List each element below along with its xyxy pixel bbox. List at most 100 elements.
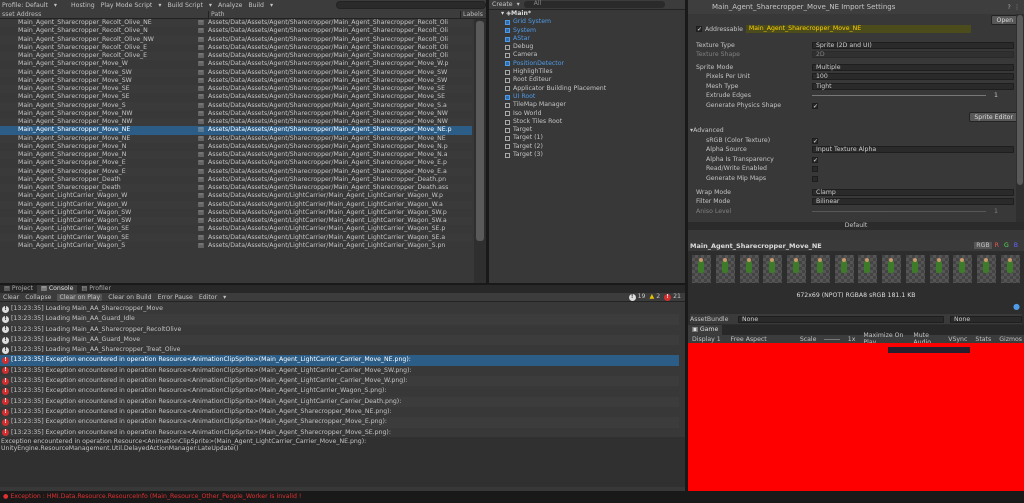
alpha-transparency-checkbox[interactable]: ✓	[812, 156, 818, 163]
channel-r[interactable]: R	[993, 242, 1001, 249]
help-icon[interactable]: ?	[1008, 4, 1011, 11]
platform-tab-default[interactable]: Default	[688, 222, 1024, 230]
hierarchy-item[interactable]: Target	[489, 126, 685, 134]
inspector-scrollbar[interactable]	[1016, 14, 1024, 222]
asset-labels[interactable]	[460, 102, 472, 110]
build-dropdown[interactable]: Build	[248, 2, 264, 9]
filter-mode-dropdown[interactable]: Bilinear	[812, 198, 1014, 206]
col-path[interactable]: Path	[208, 10, 460, 18]
table-row[interactable]: Main_Agent_Sharecropper_Move_NW ▤ Assets/D…	[0, 110, 472, 118]
stats-toggle[interactable]: Stats	[975, 336, 991, 343]
vsync-toggle[interactable]: VSync	[948, 336, 967, 343]
table-row[interactable]: Main_Agent_Sharecropper_Death ▤ Assets/Dat…	[0, 176, 472, 184]
hierarchy-item[interactable]: Root Editeur	[489, 76, 685, 84]
log-entry[interactable]: ! [13:23:35] Loading Main_AA_Sharecropper…	[0, 304, 679, 314]
hosting-button[interactable]: Hosting	[71, 2, 95, 9]
search-input[interactable]	[336, 1, 486, 9]
hierarchy-item[interactable]: Grid System	[489, 18, 685, 26]
table-row[interactable]: Main_Agent_LightCarrier_Wagon_SW ▤ Assets/…	[0, 209, 472, 217]
log-entry[interactable]: ! [13:23:35] Exception encountered in ope…	[0, 386, 679, 396]
hierarchy-item[interactable]: HighlighTiles	[489, 68, 685, 76]
log-entry[interactable]: ! [13:23:35] Exception encountered in ope…	[0, 366, 679, 376]
hierarchy-item[interactable]: Camera	[489, 51, 685, 59]
asset-labels[interactable]	[460, 159, 472, 167]
table-row[interactable]: Main_Agent_Sharecropper_Move_SE ▤ Assets/D…	[0, 93, 472, 101]
info-count-toggle[interactable]: ! 19	[628, 293, 645, 301]
hierarchy-item[interactable]: Target (3)	[489, 151, 685, 159]
asset-labels[interactable]	[460, 217, 472, 225]
table-row[interactable]: Main_Agent_Sharecropper_Move_SE ▤ Assets/D…	[0, 85, 472, 94]
read-write-checkbox[interactable]	[812, 165, 818, 172]
create-button[interactable]: Create	[492, 1, 513, 8]
table-row[interactable]: Main_Agent_LightCarrier_Wagon_SE ▤ Assets/…	[0, 233, 472, 242]
log-entry[interactable]: ! [13:23:35] Exception encountered in ope…	[0, 407, 679, 417]
tab-console[interactable]: ▤ Console	[37, 285, 78, 293]
table-row[interactable]: Main_Agent_LightCarrier_Wagon_S ▤ Assets/D…	[0, 242, 472, 250]
table-row[interactable]: Main_Agent_Sharecropper_Move_NW ▤ Assets/D…	[0, 118, 472, 127]
extrude-value[interactable]: 1	[994, 92, 1014, 99]
display-dropdown[interactable]: Display 1	[692, 336, 723, 343]
ppu-field[interactable]: 100	[812, 73, 1014, 81]
asset-labels[interactable]	[460, 143, 472, 151]
tab-game[interactable]: ▣ Game	[688, 325, 723, 335]
error-count-toggle[interactable]: ! 21	[664, 293, 681, 301]
table-row[interactable]: Main_Agent_LightCarrier_Wagon_W ▤ Assets/D…	[0, 200, 472, 209]
table-row[interactable]: Main_Agent_Sharecropper_Move_S ▤ Assets/Da…	[0, 101, 472, 110]
settings-icon[interactable]: ⋮	[1014, 4, 1020, 11]
asset-labels[interactable]	[460, 242, 472, 250]
srgb-checkbox[interactable]: ✓	[812, 137, 818, 144]
log-entry[interactable]: ! [13:23:35] Loading Main_AA_Guard_Idle	[0, 314, 679, 325]
hierarchy-search[interactable]: All	[523, 0, 665, 8]
hierarchy-item[interactable]: Target (2)	[489, 143, 685, 151]
table-row[interactable]: Main_Agent_Sharecropper_Recolt_Olive_E ▤ A…	[0, 52, 472, 61]
asset-labels[interactable]	[460, 19, 472, 27]
hierarchy-item[interactable]: PositionDetector	[489, 60, 685, 68]
table-row[interactable]: Main_Agent_Sharecropper_Recolt_Olive_NW ▤…	[0, 35, 472, 44]
asset-labels[interactable]	[460, 93, 472, 101]
asset-labels[interactable]	[460, 225, 472, 233]
log-entry[interactable]: ! [13:23:35] Exception encountered in ope…	[0, 355, 679, 366]
channel-g[interactable]: G	[1002, 242, 1011, 249]
hierarchy-item[interactable]: AStar	[489, 35, 685, 43]
variant-dropdown[interactable]: None	[950, 315, 1022, 323]
assetbundle-dropdown[interactable]: None	[738, 315, 944, 323]
col-labels[interactable]: Labels	[460, 10, 486, 18]
addressable-checkbox[interactable]: ✓	[696, 26, 702, 33]
log-entry[interactable]: ! [13:23:35] Exception encountered in ope…	[0, 376, 679, 387]
log-entry[interactable]: ! [13:23:35] Loading Main_AA_Sharecropper…	[0, 325, 679, 335]
table-row[interactable]: Main_Agent_Sharecropper_Recolt_Olive_E ▤ A…	[0, 44, 472, 52]
asset-labels[interactable]	[460, 184, 472, 192]
aspect-dropdown[interactable]: Free Aspect	[731, 336, 792, 343]
tab-project[interactable]: ▤ Project	[0, 285, 37, 293]
table-row[interactable]: Main_Agent_LightCarrier_Wagon_SW ▤ Assets/…	[0, 217, 472, 226]
clear-on-build-toggle[interactable]: Clear on Build	[108, 294, 151, 301]
log-entry[interactable]: ! [13:23:35] Exception encountered in ope…	[0, 428, 679, 437]
asset-labels[interactable]	[460, 234, 472, 242]
status-bar[interactable]: ● Exception : HMI.Data.Resource.Resource…	[0, 491, 1024, 503]
hierarchy-item[interactable]: TileMap Manager	[489, 101, 685, 109]
asset-labels[interactable]	[460, 135, 472, 143]
asset-labels[interactable]	[460, 201, 472, 209]
alpha-source-dropdown[interactable]: Input Texture Alpha	[812, 146, 1014, 154]
table-row[interactable]: Main_Agent_LightCarrier_Wagon_W ▤ Assets/D…	[0, 192, 472, 200]
table-row[interactable]: Main_Agent_Sharecropper_Recolt_Olive_N ▤ A…	[0, 27, 472, 35]
table-row[interactable]: Main_Agent_Sharecropper_Move_NE ▤ Assets/D…	[0, 134, 472, 143]
hierarchy-item[interactable]: System	[489, 27, 685, 35]
table-row[interactable]: Main_Agent_Sharecropper_Move_SW ▤ Assets/D…	[0, 68, 472, 77]
asset-labels[interactable]	[460, 192, 472, 200]
log-entry[interactable]: ! [13:23:35] Exception encountered in ope…	[0, 417, 679, 428]
game-viewport[interactable]	[688, 343, 1024, 493]
open-button[interactable]: Open	[991, 15, 1018, 25]
tab-profiler[interactable]: ▤ Profiler	[77, 285, 115, 293]
table-row[interactable]: Main_Agent_Sharecropper_Move_W ▤ Assets/Da…	[0, 60, 472, 68]
table-row[interactable]: Main_Agent_Sharecropper_Move_N ▤ Assets/Da…	[0, 151, 472, 160]
table-row[interactable]: Main_Agent_Sharecropper_Recolt_Olive_NE ▤…	[0, 19, 472, 28]
texture-type-dropdown[interactable]: Sprite (2D and UI)	[812, 42, 1014, 50]
asset-labels[interactable]	[460, 85, 472, 93]
clear-on-play-toggle[interactable]: Clear on Play	[57, 293, 103, 301]
hierarchy-item[interactable]: UI Root	[489, 93, 685, 101]
hierarchy-item[interactable]: Stock Tiles Root	[489, 118, 685, 126]
play-mode-script-dropdown[interactable]: Play Mode Script	[101, 2, 153, 9]
profile-dropdown[interactable]: Profile: Default	[2, 2, 48, 9]
table-row[interactable]: Main_Agent_Sharecropper_Death ▤ Assets/Dat…	[0, 184, 472, 193]
